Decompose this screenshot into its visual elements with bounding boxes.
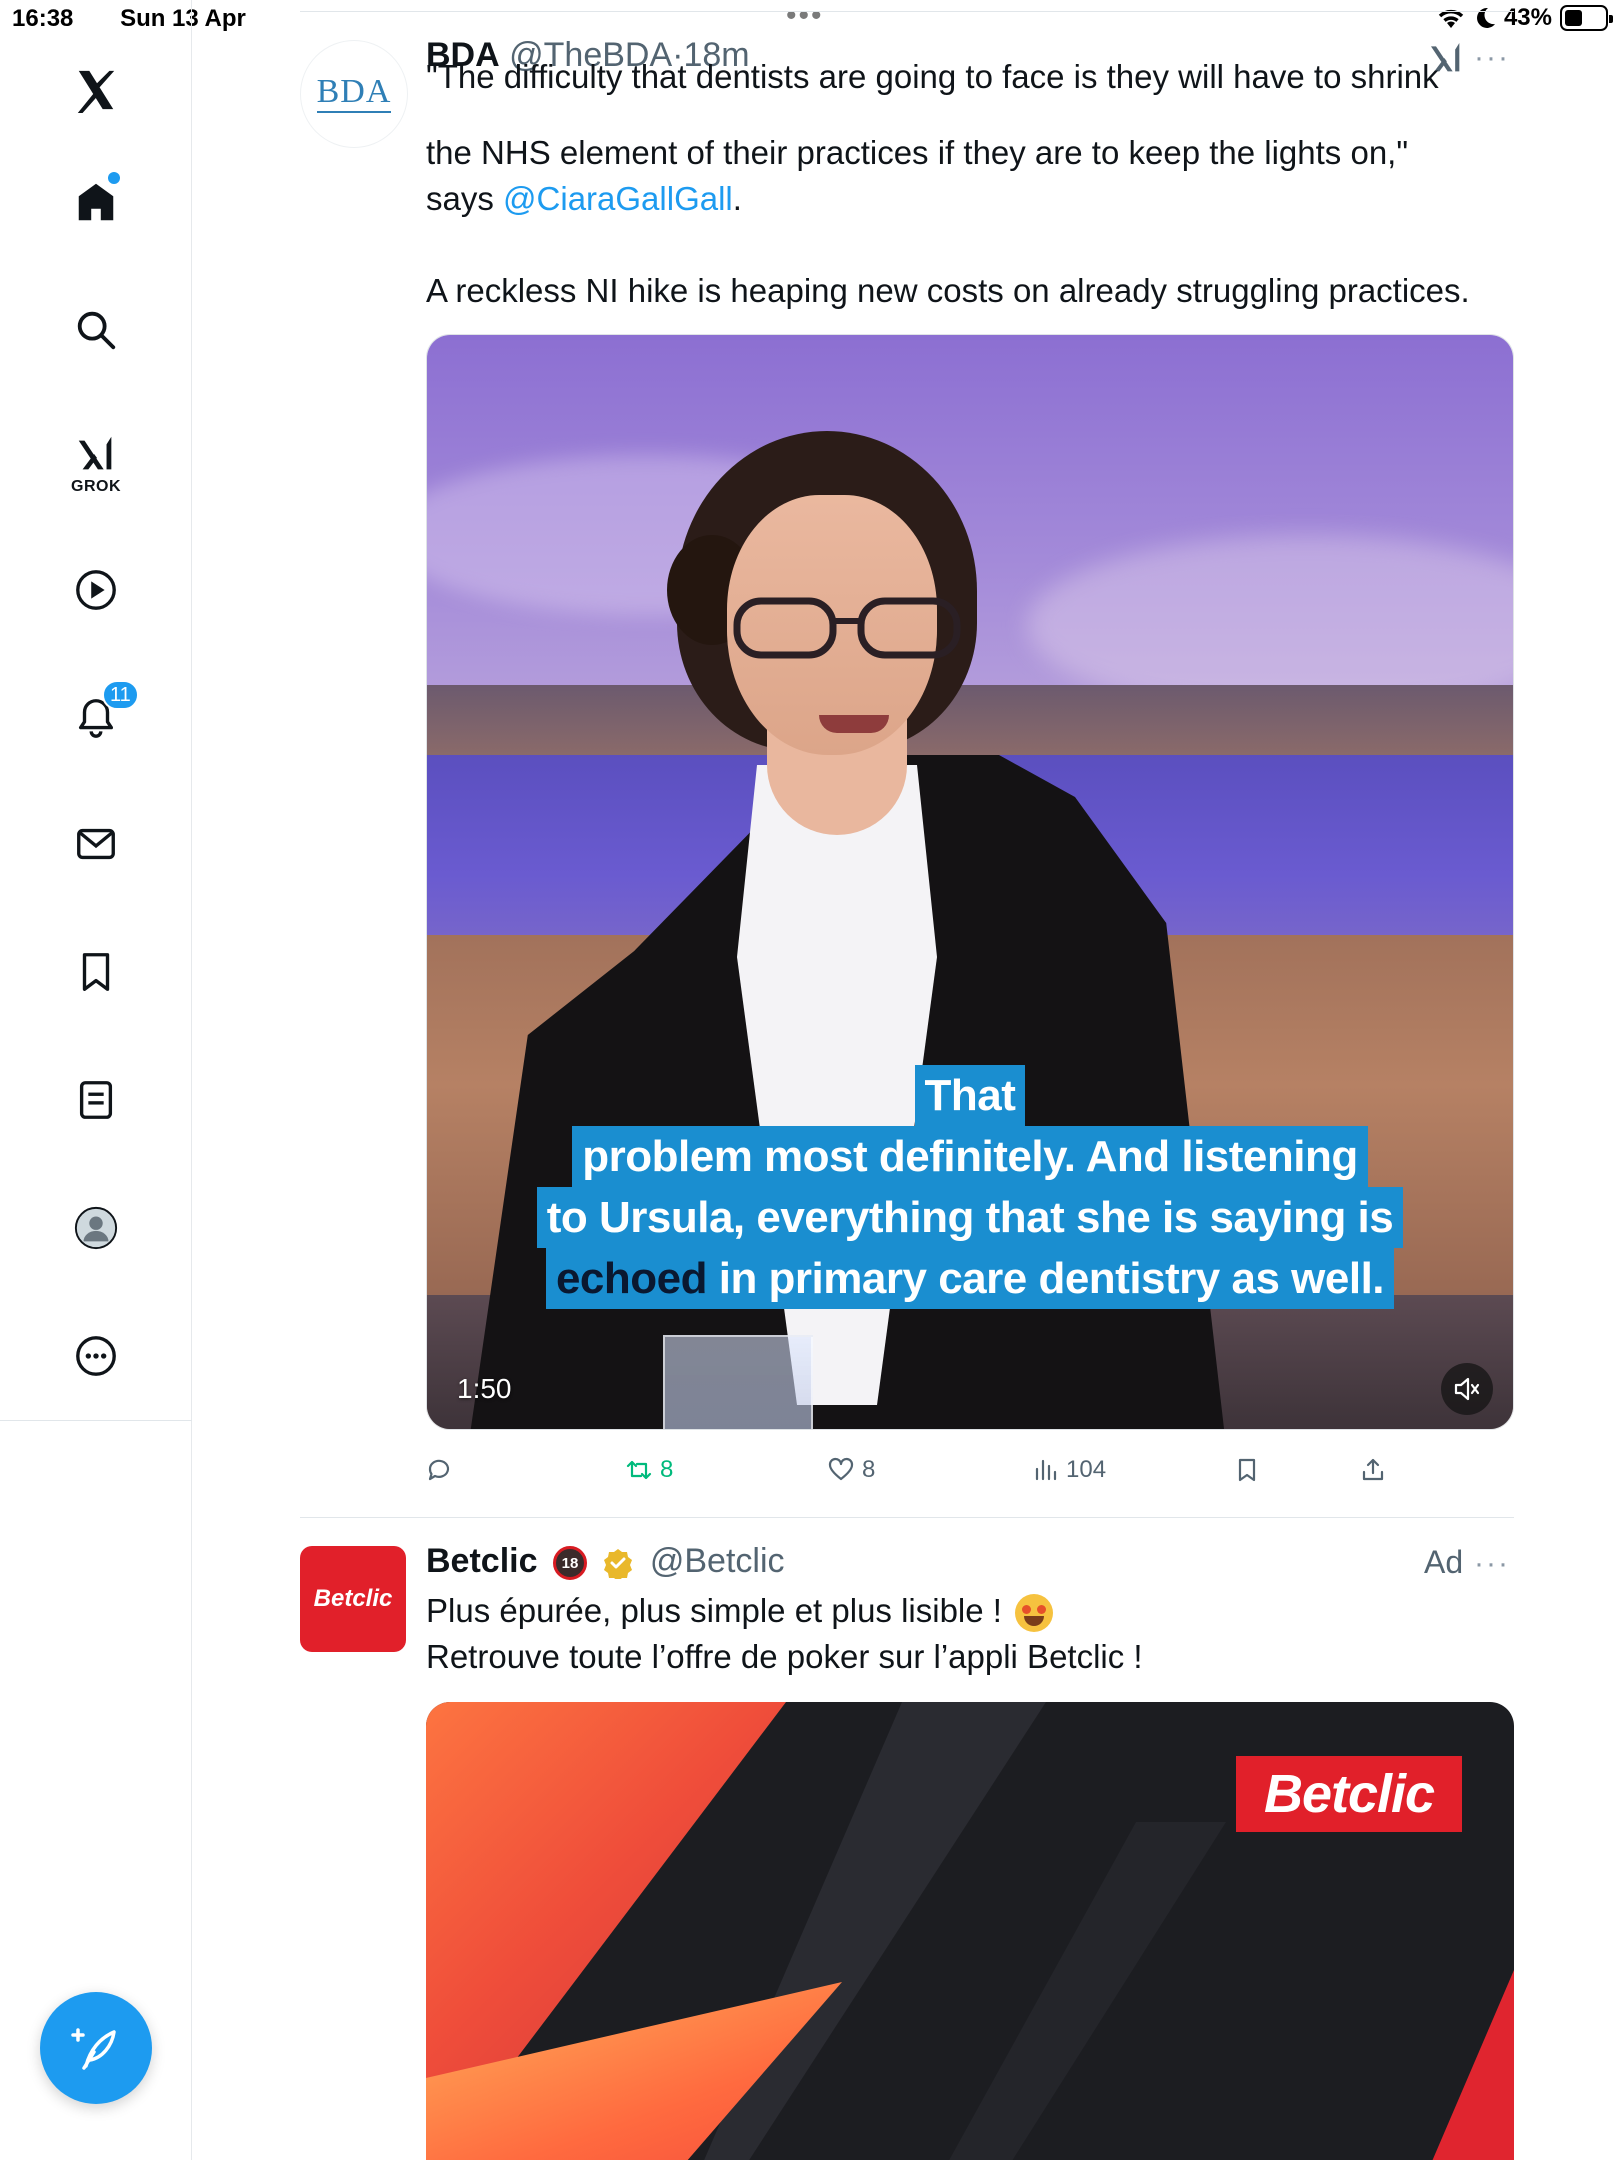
tweet-text-line: A reckless NI hike is heaping new costs … [426,272,1470,309]
sidebar-item-lists[interactable] [60,1064,132,1136]
video-duration: 1:50 [457,1373,512,1404]
reply-button[interactable] [426,1450,460,1490]
battery-percent: 43% [1503,4,1552,31]
ad-label: Ad [1424,1544,1464,1580]
share-button[interactable] [1360,1450,1386,1490]
tweet-video[interactable]: That problem most definitely. And listen… [426,334,1514,1430]
speaker-muted-icon [1454,1377,1480,1401]
sidebar-item-more[interactable] [60,1320,132,1392]
tweet-divider [300,1517,1514,1518]
betclic-avatar[interactable]: Betclic [300,1546,406,1652]
wifi-icon [1438,9,1464,28]
tweet-text-line: says @CiaraGallGall. [426,180,742,217]
author-handle[interactable]: @Betclic [650,1542,785,1580]
views-chart-icon [1035,1459,1057,1481]
betclic-logo: Betclic [1236,1756,1462,1832]
retweet-count: 8 [660,1456,674,1483]
tweet-text-line: "The difficulty that dentists are going … [426,58,1439,95]
play-circle-icon [76,570,116,610]
reply-icon [428,1459,450,1481]
home-unread-dot [108,172,120,184]
sidebar-item-messages[interactable] [60,808,132,880]
views-button[interactable]: 104 [1032,1450,1106,1490]
age-18-badge: 18 [552,1546,587,1581]
notification-count-badge: 11 [102,680,139,710]
caption-line: problem most definitely. And listening [572,1126,1368,1187]
grok-label: GROK [71,478,121,495]
sidebar-item-videos[interactable] [60,554,132,626]
envelope-icon [77,828,115,860]
tweet-header: Betclic 18 @Betclic [426,1542,785,1581]
video-captions: That problem most definitely. And listen… [427,1065,1513,1309]
compose-post-button[interactable] [40,1992,152,2104]
sidebar-item-notifications[interactable]: 11 [60,680,139,754]
grok-icon [78,436,112,470]
bookmark-button[interactable] [1234,1450,1260,1490]
like-button[interactable]: 8 [828,1450,875,1490]
sidebar-item-search[interactable] [60,294,132,366]
search-icon [77,311,116,350]
lists-icon [79,1081,113,1119]
sidebar-item-profile[interactable] [60,1192,132,1264]
x-logo-icon[interactable] [60,54,132,126]
sidebar: GROK 11 [0,0,192,2160]
compose-feather-icon [71,2028,116,2070]
status-bar-right: 43% [1436,4,1613,32]
retweet-icon [626,1460,652,1480]
author-name[interactable]: Betclic [426,1542,538,1580]
like-count: 8 [862,1456,876,1483]
views-count: 104 [1066,1456,1107,1483]
sidebar-divider [0,1420,192,1421]
more-circle-icon [76,1336,116,1376]
heart-icon [828,1457,854,1481]
bookmark-icon [1238,1458,1256,1482]
multitasking-dots[interactable]: ••• [786,1,824,31]
tweet-text-line: Plus épurée, plus simple et plus lisible… [426,1588,1516,1634]
tweet-text-line: the NHS element of their practices if th… [426,134,1409,171]
share-icon [1362,1458,1384,1481]
avatar-icon [74,1206,118,1250]
battery-icon [1560,5,1613,31]
bookmark-icon [82,953,110,991]
moon-icon [1476,7,1495,28]
caption-line: to Ursula, everything that she is saying… [536,1187,1404,1248]
mute-button[interactable] [1441,1363,1493,1415]
bda-avatar[interactable]: BDA [300,40,408,148]
feed-top-divider [300,11,1514,12]
tweet-more-icon[interactable]: ··· [1474,1549,1510,1579]
bda-logo-text: BDA [316,72,392,110]
star-struck-emoji-icon [1015,1594,1054,1633]
verified-gold-icon [604,1549,633,1580]
ad-media[interactable]: Betclic [426,1702,1514,2160]
retweet-button[interactable]: 8 [626,1450,673,1490]
mention-link[interactable]: @CiaraGallGall [503,180,733,217]
tweet-text-line: Retrouve toute l’offre de poker sur l’ap… [426,1638,1143,1675]
sidebar-item-home[interactable] [60,166,132,238]
caption-line: That [914,1065,1026,1126]
home-icon [78,183,114,221]
sidebar-item-bookmarks[interactable] [60,936,132,1008]
caption-line: echoed in primary care dentistry as well… [545,1248,1395,1309]
